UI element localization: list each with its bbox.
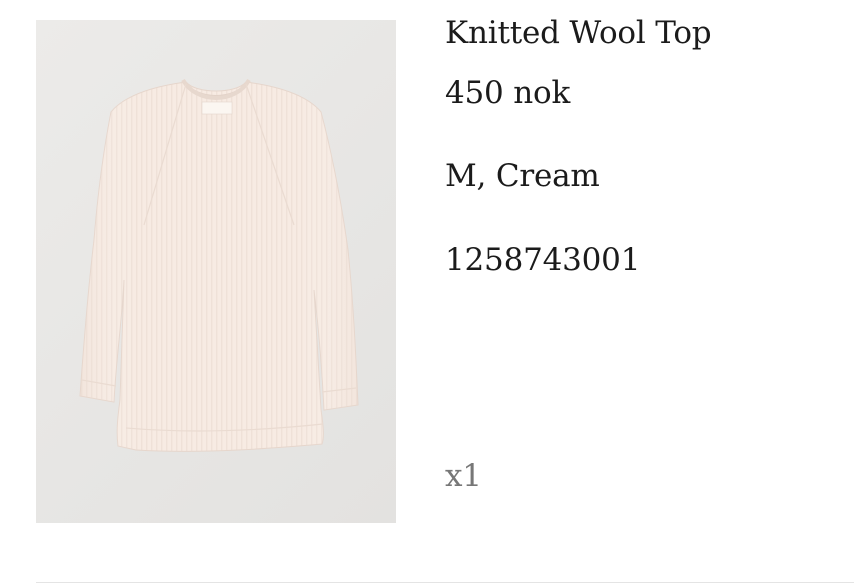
sweater-image-icon: [79, 78, 359, 452]
product-image[interactable]: [36, 20, 396, 523]
product-title[interactable]: Knitted Wool Top: [445, 18, 712, 49]
product-price: 450 nok: [445, 75, 571, 111]
article-number: 1258743001: [445, 242, 641, 278]
product-details: Knitted Wool Top 450 nok M, Cream 125874…: [445, 0, 845, 523]
divider: [36, 582, 854, 583]
product-variant: M, Cream: [445, 158, 600, 194]
quantity: x1: [445, 458, 482, 494]
